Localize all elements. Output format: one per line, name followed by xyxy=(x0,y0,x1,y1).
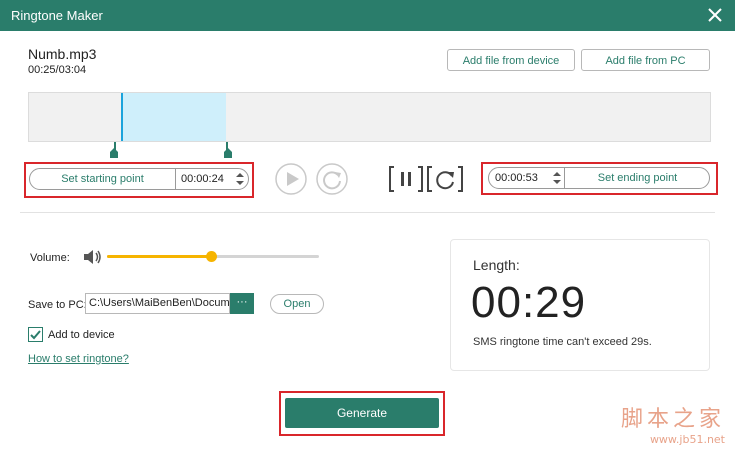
end-point-control: 00:00:53 Set ending point xyxy=(488,167,710,189)
volume-slider-fill xyxy=(107,255,211,258)
pause-icon[interactable] xyxy=(389,165,423,193)
browse-button[interactable]: ··· xyxy=(230,293,254,314)
playhead[interactable] xyxy=(121,93,123,141)
length-note: SMS ringtone time can't exceed 29s. xyxy=(473,336,652,348)
selection-range[interactable] xyxy=(122,93,226,141)
file-name: Numb.mp3 xyxy=(28,46,97,62)
set-ending-point-button[interactable]: Set ending point xyxy=(564,168,710,188)
add-file-from-device-button[interactable]: Add file from device xyxy=(447,49,575,71)
replay-icon[interactable] xyxy=(316,163,348,195)
checkmark-icon xyxy=(30,330,41,340)
start-time-spinner-icon[interactable] xyxy=(236,173,244,185)
loop-icon[interactable] xyxy=(427,165,463,193)
title-bar: Ringtone Maker xyxy=(0,0,735,31)
set-starting-point-button[interactable]: Set starting point xyxy=(30,169,176,189)
watermark-url: www.jb51.net xyxy=(649,433,725,446)
waveform-area[interactable] xyxy=(28,92,711,142)
open-button[interactable]: Open xyxy=(270,294,324,314)
add-to-device-checkbox[interactable] xyxy=(28,327,43,342)
start-marker-handle[interactable] xyxy=(110,148,118,158)
watermark-brand: 脚本之家 xyxy=(620,407,725,432)
play-icon[interactable] xyxy=(275,163,307,195)
window-title: Ringtone Maker xyxy=(11,8,103,23)
volume-label: Volume: xyxy=(30,252,70,264)
start-time-input[interactable]: 00:00:24 xyxy=(181,169,224,189)
add-file-from-pc-button[interactable]: Add file from PC xyxy=(581,49,710,71)
section-divider xyxy=(20,212,715,213)
file-time: 00:25/03:04 xyxy=(28,64,87,76)
end-marker-handle[interactable] xyxy=(224,148,232,158)
generate-button[interactable]: Generate xyxy=(285,398,439,428)
save-path-input[interactable]: C:\Users\MaiBenBen\Docume xyxy=(85,293,230,314)
end-time-input[interactable]: 00:00:53 xyxy=(495,168,538,188)
watermark: 脚本之家 www.jb51.net xyxy=(621,401,725,446)
length-label: Length: xyxy=(473,257,520,273)
close-icon[interactable] xyxy=(705,5,725,25)
volume-slider-thumb[interactable] xyxy=(205,251,217,262)
length-panel: Length: 00:29 SMS ringtone time can't ex… xyxy=(450,239,710,371)
start-point-control: Set starting point 00:00:24 xyxy=(29,168,249,190)
add-to-device-label: Add to device xyxy=(48,329,115,341)
speaker-icon[interactable] xyxy=(82,248,102,266)
save-to-pc-label: Save to PC: xyxy=(28,299,87,311)
length-value: 00:29 xyxy=(471,278,587,327)
how-to-set-ringtone-link[interactable]: How to set ringtone? xyxy=(28,353,129,365)
end-time-spinner-icon[interactable] xyxy=(553,172,561,184)
